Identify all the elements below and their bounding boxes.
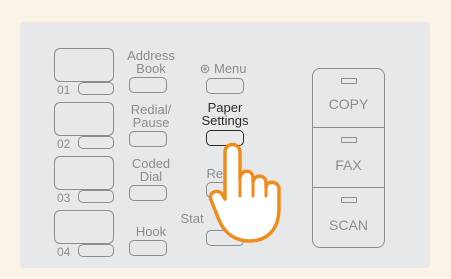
scan-button[interactable]: SCAN <box>312 187 385 248</box>
one-touch-key-01-upper[interactable] <box>54 48 114 82</box>
paper-settings-label-line2: Settings <box>201 113 249 128</box>
one-touch-key-04[interactable] <box>78 244 114 257</box>
one-touch-number-01: 01 <box>57 83 71 97</box>
status-label-partial: Stat <box>180 211 204 226</box>
fax-label: FAX <box>335 157 362 173</box>
scan-indicator-light <box>341 197 357 203</box>
copy-button[interactable]: COPY <box>312 68 385 128</box>
one-touch-key-03-upper[interactable] <box>54 156 114 190</box>
menu-icon: ⊛ <box>199 61 211 76</box>
copy-label: COPY <box>328 96 369 112</box>
one-touch-key-02-upper[interactable] <box>54 102 114 136</box>
one-touch-key-01[interactable] <box>78 82 114 95</box>
address-book-button[interactable] <box>129 77 167 93</box>
redial-pause-button[interactable] <box>129 131 167 147</box>
menu-label-text: Menu <box>214 61 247 76</box>
one-touch-key-04-upper[interactable] <box>54 210 114 244</box>
address-book-label-line2: Book <box>136 61 166 76</box>
one-touch-number-03: 03 <box>57 191 71 205</box>
menu-label: ⊛ Menu <box>188 62 258 75</box>
hook-label: Hook <box>135 224 167 239</box>
coded-dial-label-line2: Dial <box>139 169 163 184</box>
fax-indicator-light <box>341 137 357 143</box>
copy-indicator-light <box>341 78 357 84</box>
menu-button[interactable] <box>206 78 244 94</box>
coded-dial-button[interactable] <box>129 185 167 201</box>
scan-label: SCAN <box>329 217 368 233</box>
hook-button[interactable] <box>129 240 167 256</box>
redial-pause-label-line2: Pause <box>132 115 170 130</box>
one-touch-number-02: 02 <box>57 137 71 151</box>
one-touch-key-03[interactable] <box>78 190 114 203</box>
one-touch-number-04: 04 <box>57 245 71 259</box>
one-touch-key-02[interactable] <box>78 136 114 149</box>
pointing-hand-icon <box>208 142 281 243</box>
fax-button[interactable]: FAX <box>312 127 385 188</box>
